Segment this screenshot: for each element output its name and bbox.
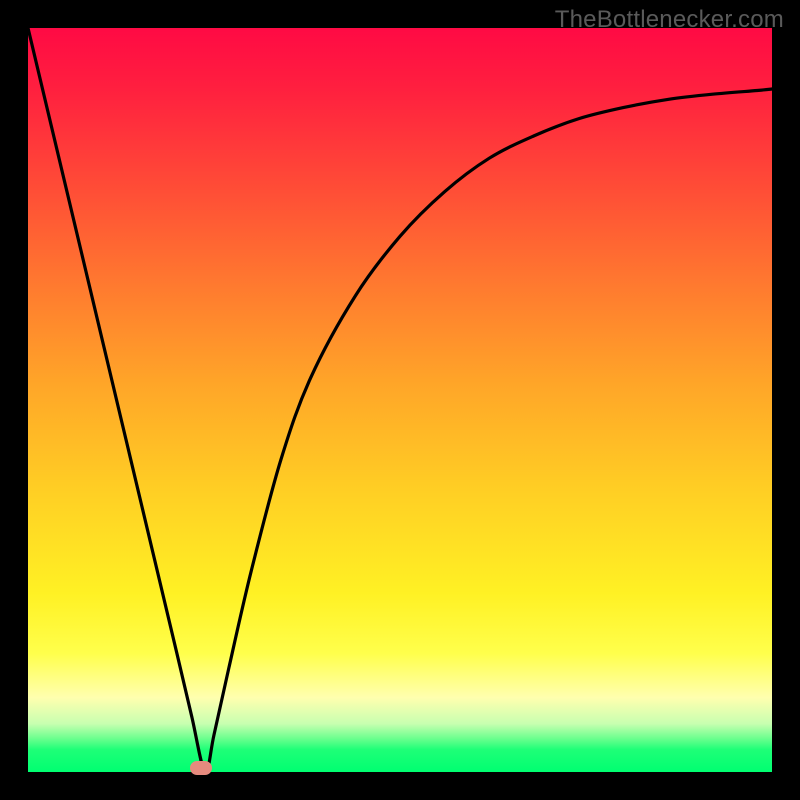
optimal-point-marker [190, 761, 212, 775]
chart-svg [28, 28, 772, 772]
bottleneck-curve-line [28, 28, 772, 772]
chart-plot-area [28, 28, 772, 772]
